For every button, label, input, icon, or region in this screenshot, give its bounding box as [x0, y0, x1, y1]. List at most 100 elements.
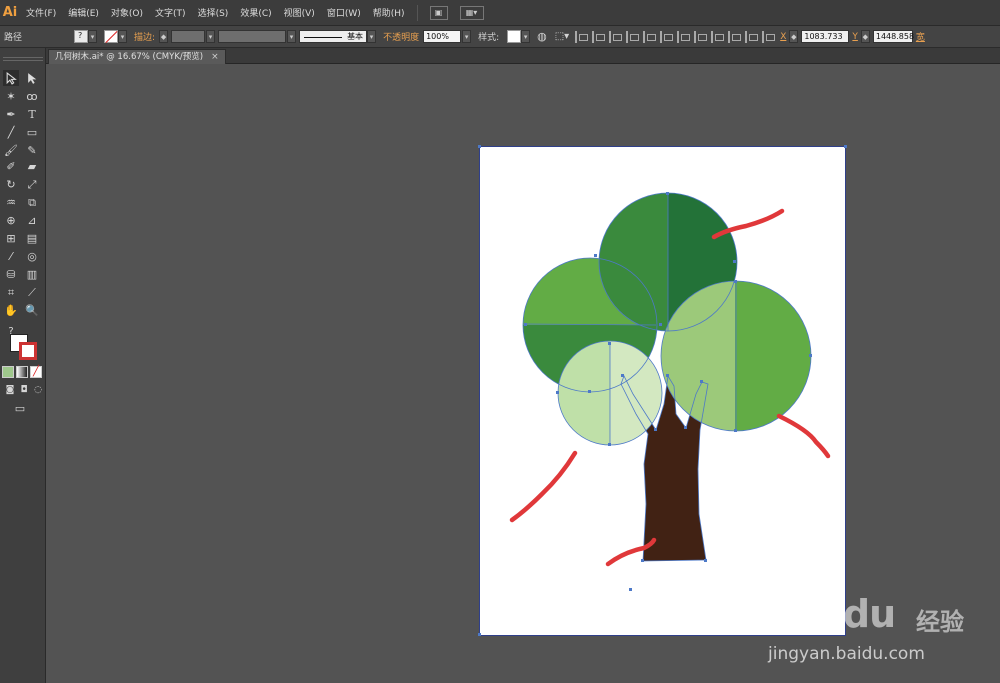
menu-view[interactable]: 视图(V) — [278, 6, 321, 19]
type-tool-icon[interactable]: T — [24, 106, 40, 122]
draw-inside-icon[interactable]: ◌ — [30, 382, 46, 398]
opacity-field[interactable]: 100% — [423, 30, 462, 43]
brush-definition-dropdown[interactable]: ▾ — [367, 30, 377, 43]
watermark-url: jingyan.baidu.com — [768, 644, 925, 664]
menu-select[interactable]: 选择(S) — [192, 6, 235, 19]
direct-selection-tool-icon[interactable] — [24, 70, 40, 86]
free-transform-tool-icon[interactable]: ⧉ — [24, 194, 40, 210]
opacity-label[interactable]: 不透明度 — [383, 30, 419, 43]
stroke-swatch[interactable] — [104, 30, 119, 43]
gradient-tool-icon[interactable]: ▤ — [24, 230, 40, 246]
menu-window[interactable]: 窗口(W) — [321, 6, 367, 19]
width-label[interactable]: 宽 — [916, 30, 925, 43]
panel-grip[interactable] — [3, 57, 43, 61]
menu-help[interactable]: 帮助(H) — [367, 6, 411, 19]
x-stepper[interactable]: ◆ — [789, 30, 799, 43]
fill-dropdown[interactable]: ▾ — [88, 30, 98, 43]
distribute-hcenter-icon[interactable] — [745, 30, 759, 43]
selection-type-label: 路径 — [4, 33, 23, 43]
lasso-tool-icon[interactable]: ꝏ — [24, 88, 40, 104]
variable-width-dropdown[interactable]: ▾ — [287, 30, 297, 43]
symbol-sprayer-tool-icon[interactable]: ⛁ — [3, 266, 19, 282]
brush-definition-label: 基本 — [347, 32, 364, 41]
watermark-brand: Bai du — [766, 592, 896, 636]
align-left-icon[interactable] — [575, 30, 589, 43]
mesh-tool-icon[interactable]: ⊞ — [3, 230, 19, 246]
stroke-dropdown[interactable]: ▾ — [118, 30, 128, 43]
distribute-left-icon[interactable] — [728, 30, 742, 43]
artboard-tool-icon[interactable]: ⌗ — [3, 284, 19, 300]
selection-tool-icon[interactable] — [3, 70, 19, 86]
menu-edit[interactable]: 编辑(E) — [62, 6, 105, 19]
color-mode-icon[interactable] — [2, 366, 14, 378]
align-right-icon[interactable] — [609, 30, 623, 43]
branch-left[interactable] — [509, 450, 578, 523]
paintbrush-tool-icon[interactable]: 🖌 — [3, 142, 19, 158]
stroke-swatch-box[interactable] — [19, 342, 37, 360]
menu-type[interactable]: 文字(T) — [149, 6, 192, 19]
distribute-bottom-icon[interactable] — [711, 30, 725, 43]
hand-tool-icon[interactable]: ✋ — [3, 302, 19, 318]
brush-definition[interactable]: 基本 — [299, 30, 368, 43]
close-tab-icon[interactable]: × — [211, 50, 219, 65]
menu-file[interactable]: 文件(F) — [20, 6, 62, 19]
eraser-tool-icon[interactable]: ▰ — [24, 158, 40, 174]
document-tab[interactable]: 几何树木.ai* @ 16.67% (CMYK/预览) × — [48, 49, 226, 64]
column-graph-tool-icon[interactable]: ▥ — [24, 266, 40, 282]
rotate-tool-icon[interactable]: ↻ — [3, 176, 19, 192]
menu-effect[interactable]: 效果(C) — [234, 6, 277, 19]
fill-stroke-swatches[interactable] — [10, 334, 38, 360]
align-hcenter-icon[interactable] — [592, 30, 606, 43]
align-top-icon[interactable] — [626, 30, 640, 43]
warp-tool-icon[interactable]: ♒ — [3, 194, 19, 210]
graphic-style-dropdown[interactable]: ▾ — [521, 30, 531, 43]
scale-tool-icon[interactable]: ⤢ — [24, 176, 40, 192]
gradient-mode-icon[interactable] — [16, 366, 28, 378]
screen-mode-icon[interactable]: ▭ — [10, 400, 30, 416]
branch-right[interactable] — [776, 413, 831, 459]
perspective-grid-tool-icon[interactable]: ⊿ — [24, 212, 40, 228]
stroke-label[interactable]: 描边: — [134, 30, 155, 43]
recolor-icon[interactable]: ◍ — [537, 30, 547, 43]
variable-width-field[interactable] — [218, 30, 287, 43]
stroke-weight-stepper[interactable]: ◆ — [159, 30, 169, 43]
slice-tool-icon[interactable]: ⟋ — [24, 284, 40, 300]
zoom-tool-icon[interactable]: 🔍 — [24, 302, 40, 318]
document-tab-bar: 几何树木.ai* @ 16.67% (CMYK/预览) × — [46, 48, 1000, 64]
stroke-weight-field[interactable] — [171, 30, 206, 43]
pen-tool-icon[interactable]: ✒ — [3, 106, 19, 122]
eyedropper-tool-icon[interactable]: ⁄ — [3, 248, 19, 264]
blend-tool-icon[interactable]: ◎ — [24, 248, 40, 264]
align-to-icon[interactable]: ⬚▾ — [555, 31, 569, 42]
x-label[interactable]: X — [780, 32, 786, 42]
style-label: 样式: — [478, 33, 500, 43]
blob-brush-tool-icon[interactable]: ✐ — [3, 158, 19, 174]
magic-wand-tool-icon[interactable]: ✶ — [3, 88, 19, 104]
none-mode-icon[interactable]: ╱ — [30, 366, 42, 378]
y-field[interactable]: 1448.858 — [872, 30, 914, 43]
stroke-weight-dropdown[interactable]: ▾ — [206, 30, 216, 43]
menu-object[interactable]: 对象(O) — [105, 6, 149, 19]
fill-swatch[interactable]: ? — [74, 30, 89, 43]
menu-separator — [416, 4, 418, 21]
y-stepper[interactable]: ◆ — [860, 30, 870, 43]
arrange-documents-button[interactable]: ▦▾ — [459, 5, 484, 20]
distribute-top-icon[interactable] — [677, 30, 691, 43]
opacity-dropdown[interactable]: ▾ — [462, 30, 472, 43]
distribute-vcenter-icon[interactable] — [694, 30, 708, 43]
line-tool-icon[interactable]: ╱ — [3, 124, 19, 140]
bridge-button[interactable]: ▣ — [429, 5, 448, 20]
rectangle-tool-icon[interactable]: ▭ — [24, 124, 40, 140]
watermark-brand-cn: 经验 — [916, 608, 964, 636]
canvas-area[interactable]: Bai du 经验 jingyan.baidu.com — [46, 64, 1000, 683]
menu-bar: Ai 文件(F) 编辑(E) 对象(O) 文字(T) 选择(S) 效果(C) 视… — [0, 0, 1000, 26]
x-field[interactable]: 1083.733 — [801, 30, 850, 43]
shape-builder-tool-icon[interactable]: ⊕ — [3, 212, 19, 228]
y-label[interactable]: Y — [852, 32, 858, 42]
tools-panel: ✶ ꝏ ✒ T ╱ ▭ 🖌 ✎ ✐ ▰ ↻ ⤢ ♒ ⧉ ⊕ ⊿ ⊞ ▤ ⁄ ◎ … — [0, 48, 46, 683]
align-vcenter-icon[interactable] — [643, 30, 657, 43]
align-bottom-icon[interactable] — [660, 30, 674, 43]
distribute-right-icon[interactable] — [762, 30, 776, 43]
pencil-tool-icon[interactable]: ✎ — [24, 142, 40, 158]
graphic-style-swatch[interactable] — [507, 30, 522, 43]
